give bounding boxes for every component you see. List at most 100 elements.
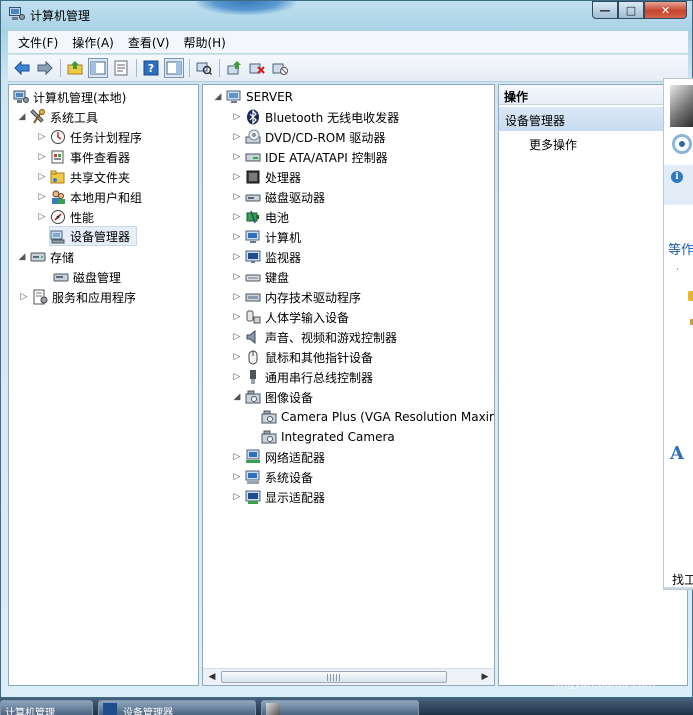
- expand-arrow-icon[interactable]: ▷: [232, 192, 242, 202]
- device-category-sound[interactable]: ▷ 声音、视频和游戏控制器: [232, 327, 397, 347]
- device-category-imaging[interactable]: ◢ 图像设备: [232, 387, 313, 407]
- expand-arrow-icon[interactable]: ▷: [232, 152, 242, 162]
- tree-label: 处理器: [265, 170, 302, 185]
- tree-item-system-tools[interactable]: ◢ 系统工具: [17, 107, 98, 127]
- tree-label: 设备管理器: [70, 229, 131, 244]
- taskbar-label: 计算机管理: [5, 708, 55, 715]
- title-bar[interactable]: 计算机管理 — □ ✕: [1, 1, 692, 29]
- scrollbar-thumb[interactable]: [221, 671, 447, 683]
- horizontal-scrollbar[interactable]: ◀ ▶: [203, 668, 494, 685]
- memory-device-icon: [245, 289, 261, 305]
- help-button[interactable]: ?: [141, 58, 161, 78]
- device-category-disk[interactable]: ▷ 磁盘驱动器: [232, 187, 325, 207]
- show-hide-action-pane-button[interactable]: [164, 58, 184, 78]
- device-category-battery[interactable]: ▷ 电池: [232, 207, 289, 227]
- tree-item-computer-management[interactable]: 计算机管理(本地): [13, 87, 126, 107]
- tree-label: 系统工具: [50, 110, 99, 125]
- actions-section-device-manager[interactable]: 设备管理器: [499, 107, 687, 131]
- device-category-processor[interactable]: ▷ 处理器: [232, 167, 301, 187]
- device-category-ide[interactable]: ▷ IDE ATA/ATAPI 控制器: [232, 147, 388, 167]
- device-integrated-camera[interactable]: Integrated Camera: [261, 427, 395, 447]
- properties-button[interactable]: [111, 58, 131, 78]
- expand-arrow-icon[interactable]: ▷: [232, 212, 242, 222]
- battery-icon: [245, 209, 261, 225]
- update-driver-button[interactable]: [224, 58, 244, 78]
- expand-arrow-icon[interactable]: ▷: [37, 172, 47, 182]
- device-category-monitor[interactable]: ▷ 监视器: [232, 247, 301, 267]
- forward-button[interactable]: [35, 58, 55, 78]
- expand-arrow-icon[interactable]: ▷: [232, 112, 242, 122]
- disable-button[interactable]: [270, 58, 290, 78]
- expand-arrow-icon[interactable]: ▷: [232, 132, 242, 142]
- tree-item-event-viewer[interactable]: ▷ 事件查看器: [37, 147, 130, 167]
- scan-hardware-button[interactable]: [194, 58, 214, 78]
- taskbar-item-device-manager[interactable]: 设备管理器: [98, 700, 256, 715]
- device-category-mouse[interactable]: ▷ 鼠标和其他指针设备: [232, 347, 373, 367]
- expand-arrow-icon[interactable]: ▷: [37, 192, 47, 202]
- menu-view[interactable]: 查看(V): [122, 34, 178, 51]
- collapse-arrow-icon[interactable]: ◢: [17, 112, 27, 122]
- scroll-right-arrow-icon[interactable]: ▶: [478, 671, 492, 683]
- tree-item-disk-management[interactable]: 磁盘管理: [53, 267, 121, 287]
- collapse-arrow-icon[interactable]: ◢: [213, 92, 223, 102]
- overlapping-window[interactable]: i 等作 · A 找工: [663, 78, 693, 590]
- device-category-hid[interactable]: ▷ 人体学输入设备: [232, 307, 349, 327]
- taskbar-item-computer-management[interactable]: 计算机管理: [0, 700, 93, 715]
- overlay-footer-text[interactable]: 找工: [672, 571, 693, 588]
- device-category-bluetooth[interactable]: ▷ Bluetooth 无线电收发器: [232, 107, 399, 127]
- expand-arrow-icon[interactable]: ▷: [232, 272, 242, 282]
- minimize-button[interactable]: —: [592, 1, 618, 19]
- tree-item-local-users[interactable]: ▷ 本地用户和组: [37, 187, 142, 207]
- expand-arrow-icon[interactable]: ▷: [232, 492, 242, 502]
- device-category-dvd[interactable]: ▷ DVD/CD-ROM 驱动器: [232, 127, 385, 147]
- menu-action[interactable]: 操作(A): [66, 34, 122, 51]
- menu-help[interactable]: 帮助(H): [177, 34, 233, 51]
- device-camera-plus[interactable]: Camera Plus (VGA Resolution Maxir: [261, 407, 494, 427]
- expand-arrow-icon[interactable]: ▷: [37, 132, 47, 142]
- expand-arrow-icon[interactable]: ▷: [232, 452, 242, 462]
- tree-item-storage[interactable]: ◢ 存储: [17, 247, 74, 267]
- maximize-button[interactable]: □: [618, 1, 644, 19]
- scroll-left-arrow-icon[interactable]: ◀: [205, 671, 219, 683]
- expand-arrow-icon[interactable]: ▷: [232, 472, 242, 482]
- expand-arrow-icon[interactable]: ▷: [232, 312, 242, 322]
- tree-item-task-scheduler[interactable]: ▷ 任务计划程序: [37, 127, 142, 147]
- close-button[interactable]: ✕: [644, 1, 687, 19]
- device-category-network[interactable]: ▷ 网络适配器: [232, 447, 325, 467]
- menu-file[interactable]: 文件(F): [12, 34, 66, 51]
- device-category-display[interactable]: ▷ 显示适配器: [232, 487, 325, 507]
- show-hide-tree-button[interactable]: [88, 58, 108, 78]
- uninstall-button[interactable]: [247, 58, 267, 78]
- tree-item-services[interactable]: ▷ 服务和应用程序: [19, 287, 136, 307]
- expand-arrow-icon[interactable]: ▷: [232, 352, 242, 362]
- tree-label: 网络适配器: [265, 450, 326, 465]
- taskbar-item-webcam[interactable]: [261, 700, 419, 715]
- expand-arrow-icon[interactable]: ▷: [19, 292, 29, 302]
- up-button[interactable]: [65, 58, 85, 78]
- expand-arrow-icon[interactable]: ▷: [232, 172, 242, 182]
- expand-arrow-icon[interactable]: ▷: [37, 212, 47, 222]
- device-category-usb[interactable]: ▷ 通用串行总线控制器: [232, 367, 373, 387]
- expand-arrow-icon[interactable]: ▷: [232, 332, 242, 342]
- device-root-server[interactable]: ◢ SERVER: [213, 87, 293, 107]
- tree-item-device-manager[interactable]: 设备管理器: [49, 226, 137, 246]
- collapse-arrow-icon[interactable]: ◢: [232, 392, 242, 402]
- expand-arrow-icon[interactable]: ▷: [232, 252, 242, 262]
- expand-arrow-icon[interactable]: ▷: [37, 152, 47, 162]
- tree-item-performance[interactable]: ▷ 性能: [37, 207, 94, 227]
- expand-arrow-icon[interactable]: ▷: [232, 292, 242, 302]
- device-category-memory-tech[interactable]: ▷ 内存技术驱动程序: [232, 287, 361, 307]
- user-photo-icon: [266, 703, 280, 715]
- device-category-computer[interactable]: ▷ 计算机: [232, 227, 301, 247]
- expand-arrow-icon[interactable]: ▷: [232, 372, 242, 382]
- more-actions-link[interactable]: 更多操作: [529, 136, 577, 153]
- collapse-arrow-icon[interactable]: ◢: [17, 252, 27, 262]
- console-tree-pane: 计算机管理(本地) ◢ 系统工具 ▷ 任务计划程序 ▷ 事件查看器 ▷ 共享文件…: [8, 84, 199, 686]
- tree-item-shared-folders[interactable]: ▷ 共享文件夹: [37, 167, 130, 187]
- expand-arrow-icon[interactable]: ▷: [232, 232, 242, 242]
- back-button[interactable]: [12, 58, 32, 78]
- bluetooth-icon: [245, 109, 261, 125]
- device-category-keyboard[interactable]: ▷ 键盘: [232, 267, 289, 287]
- device-category-system[interactable]: ▷ 系统设备: [232, 467, 313, 487]
- imaging-device-icon: [245, 389, 261, 405]
